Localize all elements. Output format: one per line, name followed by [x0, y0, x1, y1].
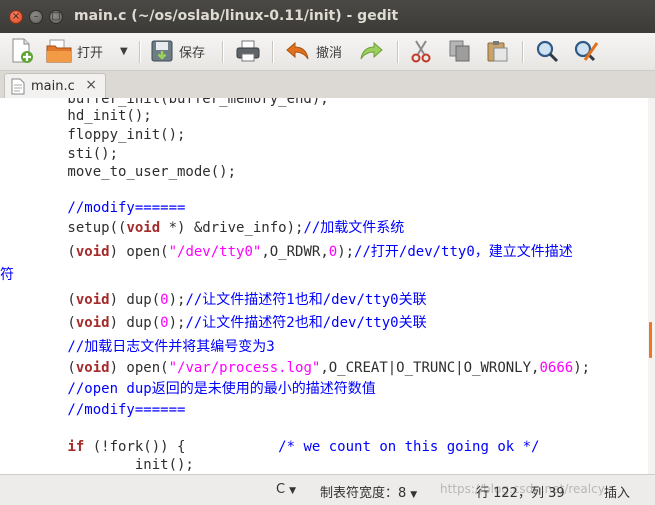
toolbar-separator	[397, 41, 399, 63]
code-line: (void) dup(0);//让文件描述符1也和/dev/tty0关联	[0, 292, 427, 308]
chevron-down-icon: ▼	[410, 490, 418, 500]
cut-button[interactable]	[410, 36, 432, 66]
document-tabs: main.c ×	[0, 71, 655, 98]
new-document-icon	[12, 38, 33, 63]
copy-icon	[449, 40, 470, 62]
search-icon	[536, 40, 559, 63]
close-window-button[interactable]: ×	[9, 10, 23, 24]
code-line: //open dup返回的是未使用的最小的描述符数值	[0, 381, 376, 397]
text-document-icon	[11, 78, 25, 94]
open-recent-dropdown[interactable]: ▼	[120, 36, 128, 66]
vertical-scrollbar[interactable]	[648, 98, 655, 474]
tab-width-selector[interactable]: 制表符宽度：8 ▼	[320, 482, 417, 501]
tab-main-c[interactable]: main.c ×	[4, 73, 106, 98]
scrollbar-thumb[interactable]	[649, 322, 652, 358]
scissors-icon	[411, 40, 431, 63]
save-label: 保存	[179, 45, 206, 61]
chevron-down-icon: ▼	[289, 486, 296, 496]
printer-icon	[236, 40, 260, 62]
open-folder-icon	[46, 39, 72, 63]
undo-button[interactable]: 撤消	[285, 36, 342, 66]
insert-mode: 插入	[604, 486, 631, 501]
search-replace-icon	[574, 40, 599, 62]
maximize-window-button[interactable]: □	[49, 10, 63, 24]
redo-arrow-icon	[360, 41, 383, 60]
save-icon	[151, 40, 173, 62]
search-button[interactable]	[535, 36, 559, 66]
code-line: (void) dup(0);//让文件描述符2也和/dev/tty0关联	[0, 315, 427, 331]
paste-button[interactable]	[485, 36, 509, 66]
toolbar-separator	[139, 41, 141, 63]
new-button[interactable]	[10, 36, 34, 66]
title-bar: × – □ main.c (~/os/oslab/linux-0.11/init…	[0, 0, 655, 33]
paste-clipboard-icon	[487, 41, 508, 62]
code-line: 符	[0, 267, 14, 283]
print-button[interactable]	[235, 36, 261, 66]
code-editor[interactable]: buffer_init(buffer_memory_end); hd_init(…	[0, 98, 648, 474]
code-line: //modify======	[0, 200, 186, 216]
code-line: sti();	[0, 146, 119, 162]
tab-label: main.c	[31, 78, 75, 94]
language-selector[interactable]: C ▼	[276, 482, 296, 497]
open-label: 打开	[77, 45, 104, 61]
minimize-window-button[interactable]: –	[29, 10, 43, 24]
code-line: hd_init();	[0, 108, 152, 124]
code-line: move_to_user_mode();	[0, 164, 237, 180]
code-line: floppy_init();	[0, 127, 186, 143]
toolbar-separator	[272, 41, 274, 63]
cursor-position: 行 122，列 39	[476, 486, 565, 501]
copy-button[interactable]	[448, 36, 472, 66]
toolbar-separator	[522, 41, 524, 63]
toolbar-separator	[222, 41, 224, 63]
code-line: init();	[0, 457, 194, 473]
chevron-down-icon: ▼	[120, 45, 128, 57]
close-tab-icon[interactable]: ×	[85, 77, 97, 93]
code-line: setup((void *) &drive_info);//加载文件系统	[0, 220, 405, 236]
window-title: main.c (~/os/oslab/linux-0.11/init) - ge…	[74, 8, 399, 24]
code-line: (void) open("/dev/tty0",O_RDWR,0);//打开/d…	[0, 244, 573, 260]
toolbar: 打开 ▼ 保存 撤消	[0, 33, 655, 71]
code-line: (void) open("/var/process.log",O_CREAT|O…	[0, 360, 591, 376]
undo-arrow-icon	[286, 41, 309, 60]
code-line: //modify======	[0, 402, 186, 418]
status-bar: C ▼ 制表符宽度：8 ▼ https://blog.csdn.net/realcy…	[0, 474, 655, 505]
undo-label: 撤消	[316, 45, 343, 61]
save-button[interactable]: 保存	[150, 36, 205, 66]
redo-button[interactable]	[358, 36, 384, 66]
open-button[interactable]: 打开	[46, 36, 103, 66]
replace-button[interactable]	[573, 36, 599, 66]
code-line: if (!fork()) { /* we count on this going…	[67, 439, 540, 455]
code-line: //加载日志文件并将其编号变为3	[0, 339, 275, 355]
